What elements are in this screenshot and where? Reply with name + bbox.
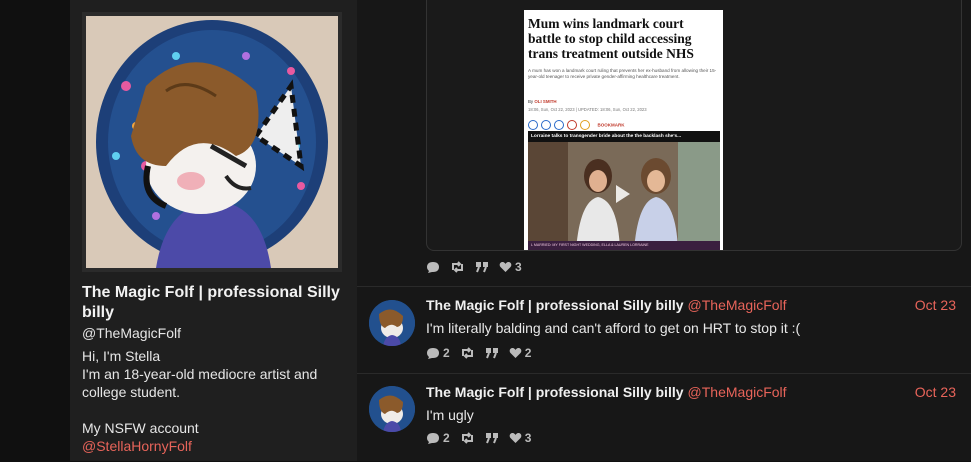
post-text: I'm literally balding and can't afford t…	[426, 320, 801, 336]
reply-count: 2	[443, 346, 450, 360]
link-icon	[580, 119, 590, 130]
nsfw-account-link[interactable]: @StellaHornyFolf	[82, 437, 347, 455]
video-caption: Lorraine talks to transgender bride abou…	[528, 131, 720, 142]
article-video: Lorraine talks to transgender bride abou…	[528, 131, 720, 250]
repost-arrows-icon	[461, 347, 473, 359]
reply-button[interactable]	[426, 261, 440, 274]
like-count: 3	[524, 431, 532, 445]
article-screenshot[interactable]: Mum wins landmark court battle to stop c…	[524, 10, 723, 250]
post-item[interactable]: The Magic Folf | professional Silly bill…	[357, 373, 971, 462]
play-icon[interactable]	[616, 185, 630, 203]
reply-button[interactable]: 2	[426, 431, 450, 445]
reply-button[interactable]: 2	[426, 346, 450, 360]
quote-button[interactable]	[485, 347, 499, 359]
bio-line: Hi, I'm Stella	[82, 348, 161, 364]
twitter-icon	[541, 119, 551, 130]
profile-avatar[interactable]	[82, 12, 342, 272]
post-author-handle[interactable]: @TheMagicFolf	[688, 384, 787, 400]
article-lede: A mum has won a landmark court ruling th…	[528, 68, 717, 79]
bio-line	[82, 401, 347, 419]
profile-display-name: The Magic Folf | professional Silly bill…	[82, 284, 340, 321]
profile-avatar-art	[86, 16, 338, 268]
post-actions: 2 3	[426, 431, 531, 445]
post-author-handle[interactable]: @TheMagicFolf	[688, 297, 787, 313]
repost-arrows-icon	[461, 432, 473, 444]
quote-marks-icon	[485, 433, 498, 444]
profile-handle: @TheMagicFolf	[82, 325, 182, 341]
article-headline: Mum wins landmark court battle to stop c…	[528, 16, 694, 61]
like-count: 3	[515, 260, 522, 274]
repost-button[interactable]	[460, 347, 475, 359]
post-date[interactable]: Oct 23	[915, 297, 956, 313]
pinterest-icon	[567, 119, 577, 130]
avatar-image	[369, 300, 415, 346]
quote-button[interactable]	[475, 261, 489, 273]
bookmark-label: BOOKMARK	[597, 122, 625, 128]
bio-line: I'm an 18-year-old mediocre artist and c…	[82, 366, 318, 400]
byline-author: OLI SMITH	[534, 99, 557, 104]
post-item[interactable]: The Magic Folf | professional Silly bill…	[357, 286, 971, 373]
post-author-name[interactable]: The Magic Folf | professional Silly bill…	[426, 384, 684, 400]
repost-button[interactable]	[450, 261, 465, 273]
post-date[interactable]: Oct 23	[915, 384, 956, 400]
heart-icon	[499, 261, 512, 272]
like-count: 2	[524, 346, 532, 360]
quote-marks-icon	[485, 348, 498, 359]
article-byline: By OLI SMITH	[528, 99, 557, 104]
quote-marks-icon	[476, 262, 488, 273]
like-button[interactable]: 3	[509, 431, 532, 445]
linkedin-icon	[554, 119, 564, 130]
post-text: I'm ugly	[426, 407, 474, 423]
byline-prefix: By	[528, 99, 534, 104]
repost-arrows-icon	[452, 261, 463, 273]
profile-bio: Hi, I'm Stella I'm an 18-year-old medioc…	[82, 347, 347, 455]
bio-line: My NSFW account	[82, 420, 199, 436]
quote-button[interactable]	[485, 432, 499, 444]
repost-button[interactable]	[460, 432, 475, 444]
heart-icon	[509, 432, 522, 443]
video-lower-third: L MARRIED: MY FIRST NIGHT WEDDING, ELLA …	[528, 241, 720, 250]
speech-bubble-icon	[427, 347, 439, 359]
profile-sidebar: The Magic Folf | professional Silly bill…	[70, 0, 357, 461]
like-button[interactable]: 3	[499, 260, 522, 274]
post-header: The Magic Folf | professional Silly bill…	[426, 297, 966, 317]
reply-count: 2	[443, 431, 450, 445]
facebook-icon	[528, 119, 538, 130]
timeline: Mum wins landmark court battle to stop c…	[357, 0, 971, 461]
embedded-post-actions: 3	[426, 260, 522, 274]
post-actions: 2 2	[426, 346, 531, 360]
post-header: The Magic Folf | professional Silly bill…	[426, 384, 966, 404]
post-avatar[interactable]	[369, 300, 415, 346]
avatar-image	[369, 386, 415, 432]
heart-icon	[509, 347, 522, 358]
post-author-name[interactable]: The Magic Folf | professional Silly bill…	[426, 297, 684, 313]
speech-bubble-icon	[427, 432, 439, 444]
post-avatar[interactable]	[369, 386, 415, 432]
speech-bubble-icon	[427, 261, 439, 273]
like-button[interactable]: 2	[509, 346, 532, 360]
share-row: BOOKMARK	[528, 116, 625, 130]
article-date: 18:06, Sun, Oct 22, 2023 | UPDATED: 18:0…	[528, 107, 647, 112]
